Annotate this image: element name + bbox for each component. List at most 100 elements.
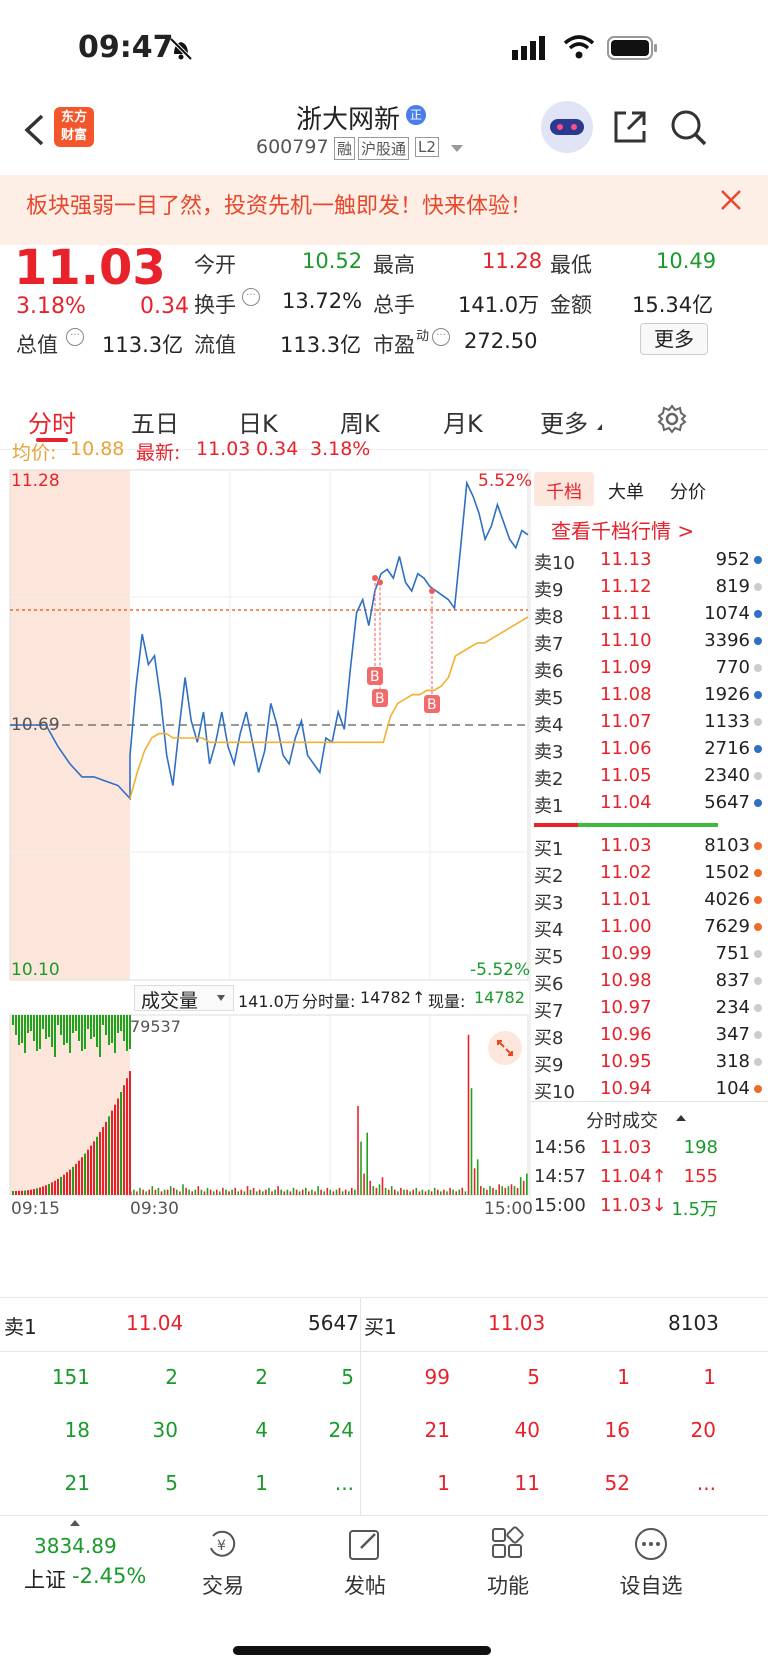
volume-bar: [467, 1034, 470, 1195]
volume-bar: [188, 1189, 190, 1195]
nav-post[interactable]: 发帖: [310, 1526, 420, 1600]
search-icon[interactable]: [670, 109, 708, 151]
volume-max-label: 79537: [130, 1017, 181, 1036]
info-icon[interactable]: ···: [242, 288, 260, 306]
nav-function[interactable]: 功能: [453, 1526, 563, 1600]
pre-volume-bar: [57, 1015, 59, 1025]
ask-row[interactable]: 卖10 11.13 952: [534, 547, 764, 575]
bid-row[interactable]: 买1 11.03 8103: [534, 833, 764, 861]
ask-row[interactable]: 卖8 11.11 1074: [534, 601, 764, 629]
tab-monthly[interactable]: 月K: [443, 404, 483, 439]
trade-icon: ¥: [210, 1530, 236, 1557]
ask-row[interactable]: 卖2 11.05 2340: [534, 763, 764, 791]
pre-volume-bar: [96, 1136, 98, 1195]
pre-volume-bar: [129, 1071, 131, 1195]
nav-trade[interactable]: ¥ 交易: [168, 1526, 278, 1600]
volume-selector[interactable]: 成交量: [134, 985, 234, 1012]
share-icon[interactable]: [612, 109, 648, 149]
verified-icon: 正: [406, 105, 426, 125]
more-button[interactable]: 更多: [640, 323, 708, 355]
orderbook-link[interactable]: 查看千档行情 >: [551, 515, 694, 544]
info-icon[interactable]: ···: [432, 328, 450, 346]
ask-row[interactable]: 卖1 11.04 5647: [534, 790, 764, 818]
volume-bar: [130, 1191, 132, 1195]
nav-function-label: 功能: [487, 1574, 529, 1598]
index-widget[interactable]: 3834.89 上证 -2.45%: [0, 1516, 170, 1616]
index-change: -2.45%: [72, 1564, 147, 1588]
volume-bar: [154, 1189, 157, 1195]
bid-row[interactable]: 买5 10.99 751: [534, 941, 764, 969]
gear-icon[interactable]: [657, 404, 687, 438]
volume-bar: [252, 1187, 255, 1195]
volume-bar: [357, 1106, 359, 1195]
ask-dot: [754, 718, 762, 726]
bid-row[interactable]: 买10 10.94 104: [534, 1076, 764, 1104]
ask-row[interactable]: 卖7 11.10 3396: [534, 628, 764, 656]
volume-bar: [169, 1186, 172, 1195]
bid-row[interactable]: 买9 10.95 318: [534, 1049, 764, 1077]
pre-volume-bar: [93, 1141, 95, 1195]
pre-volume-bar: [72, 1015, 74, 1033]
pe-superscript: 动: [416, 329, 430, 344]
back-icon[interactable]: [22, 113, 46, 151]
pre-volume-bar: [78, 1160, 80, 1195]
tab-weekly[interactable]: 周K: [340, 404, 380, 439]
promo-banner[interactable]: 板块强弱一目了然，投资先机一触即发！快来体验！: [0, 175, 768, 245]
queue-cell: 1: [617, 1365, 630, 1389]
now-volume-label: 现量:: [428, 992, 466, 1011]
volume-bar: [363, 1173, 365, 1195]
ask-row[interactable]: 卖4 11.07 1133: [534, 709, 764, 737]
up-arrow: ↑: [412, 988, 426, 1007]
volume-bar: [418, 1191, 421, 1195]
volume-bar: [415, 1187, 418, 1195]
bid-row[interactable]: 买8 10.96 347: [534, 1022, 764, 1050]
tab-5day[interactable]: 五日: [131, 404, 179, 439]
marker-dot: [372, 575, 378, 582]
info-icon[interactable]: ···: [66, 328, 84, 346]
tab-more[interactable]: 更多: [540, 404, 588, 439]
pe-value: 272.50: [464, 329, 538, 353]
pre-volume-bar: [75, 1015, 77, 1031]
bid-price: 10.98: [600, 970, 652, 991]
chevron-down-icon[interactable]: [451, 145, 463, 152]
pre-volume-bar: [48, 1015, 50, 1037]
bid-row[interactable]: 买3 11.01 4026: [534, 887, 764, 915]
close-icon[interactable]: [720, 189, 742, 215]
ticks-title[interactable]: 分时成交: [586, 1107, 658, 1133]
ask-volume: 1133: [704, 711, 750, 732]
nav-add-watchlist[interactable]: 设自选: [596, 1526, 706, 1600]
ask-row[interactable]: 卖5 11.08 1926: [534, 682, 764, 710]
tab-daily[interactable]: 日K: [238, 404, 278, 439]
ask-row[interactable]: 卖3 11.06 2716: [534, 736, 764, 764]
queue-cell: 2: [165, 1365, 178, 1389]
bid-level: 买3: [534, 893, 564, 914]
queue-cell: 1: [437, 1471, 450, 1495]
volume-bar: [142, 1189, 144, 1195]
volume-bar: [366, 1132, 368, 1195]
ask-price: 11.10: [600, 630, 652, 651]
ask-level: 卖4: [534, 715, 564, 736]
orderbook-tab-qiandang[interactable]: 千档: [546, 478, 582, 504]
expand-icon[interactable]: [488, 1031, 522, 1065]
volume-bar: [403, 1189, 405, 1195]
ask-row[interactable]: 卖9 11.12 819: [534, 574, 764, 602]
bid-volume: 1502: [704, 862, 750, 883]
bid-volume: 234: [715, 997, 750, 1018]
orderbook-tab-bigorder[interactable]: 大单: [608, 478, 644, 504]
bid-dot: [754, 950, 762, 958]
robot-avatar[interactable]: [541, 101, 593, 153]
tick-price: 11.03↓: [600, 1195, 667, 1216]
bid-level: 买5: [534, 947, 564, 968]
ask-level: 卖7: [534, 634, 564, 655]
volume-bar: [397, 1191, 399, 1195]
orderbook-tab-price[interactable]: 分价: [670, 478, 706, 504]
volume-bar: [495, 1189, 497, 1195]
pre-volume-bar: [72, 1166, 74, 1195]
tick-row: 14:56 11.03 198: [534, 1135, 718, 1163]
bid-row[interactable]: 买4 11.00 7629: [534, 914, 764, 942]
ask-row[interactable]: 卖6 11.09 770: [534, 655, 764, 683]
bid-row[interactable]: 买6 10.98 837: [534, 968, 764, 996]
bid-row[interactable]: 买2 11.02 1502: [534, 860, 764, 888]
tab-minute[interactable]: 分时: [28, 404, 76, 439]
bid-row[interactable]: 买7 10.97 234: [534, 995, 764, 1023]
